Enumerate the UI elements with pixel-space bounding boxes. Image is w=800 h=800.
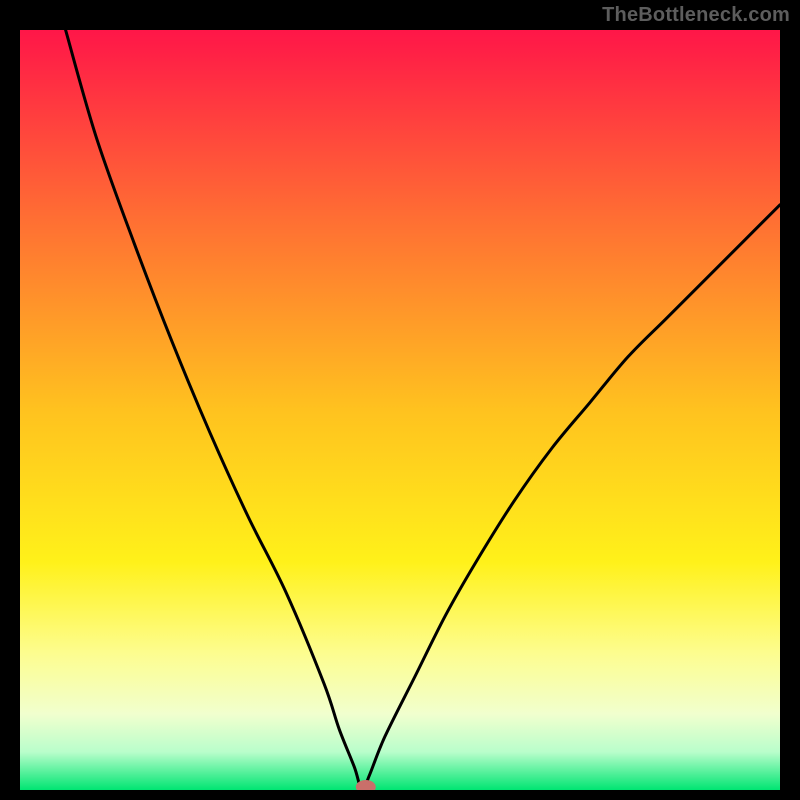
chart-svg <box>20 30 780 790</box>
watermark-text: TheBottleneck.com <box>602 4 790 27</box>
chart-container: TheBottleneck.com <box>0 0 800 800</box>
gradient-background <box>20 30 780 790</box>
plot-area <box>20 30 780 790</box>
